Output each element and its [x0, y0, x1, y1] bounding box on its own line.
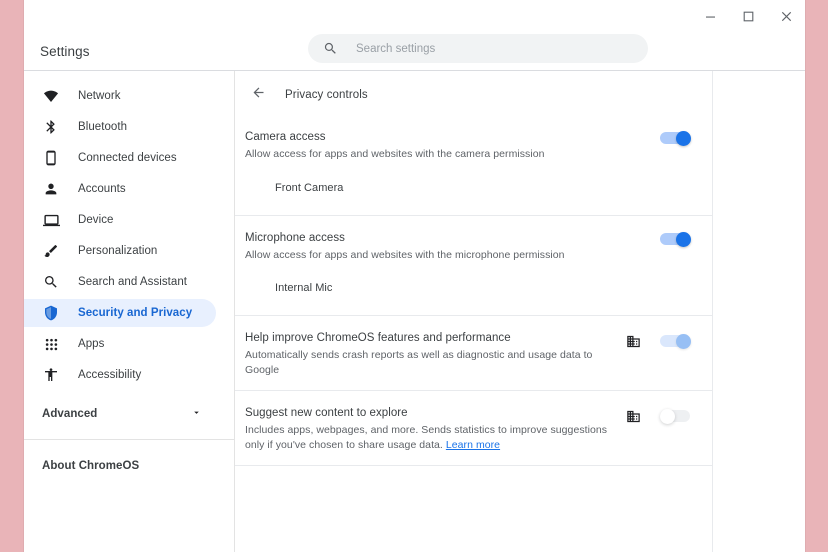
sidebar-item-search-and-assistant[interactable]: Search and Assistant [24, 268, 216, 296]
bluetooth-icon [42, 118, 60, 136]
back-arrow-icon [251, 85, 266, 105]
settings-header: Settings [24, 32, 805, 70]
sidebar-about-label: About ChromeOS [42, 460, 140, 472]
sidebar-item-connected-devices[interactable]: Connected devices [24, 144, 216, 172]
camera-access-text: Camera access Allow access for apps and … [245, 129, 660, 162]
content-suggestions-text: Suggest new content to explore Includes … [245, 405, 624, 452]
brush-icon [42, 242, 60, 260]
metrics-controls [624, 330, 694, 350]
sidebar-item-label: Security and Privacy [78, 307, 193, 319]
search-box[interactable] [308, 34, 648, 63]
subpage-title: Privacy controls [285, 89, 368, 101]
close-button[interactable] [767, 1, 805, 31]
main-gutter [713, 71, 805, 552]
microphone-access-subtitle: Allow access for apps and websites with … [245, 248, 565, 261]
content-suggestions-toggle[interactable] [660, 409, 694, 424]
sidebar-item-personalization[interactable]: Personalization [24, 237, 216, 265]
microphone-access-text: Microphone access Allow access for apps … [245, 230, 660, 263]
sidebar-item-device[interactable]: Device [24, 206, 216, 234]
section-microphone-access: Microphone access Allow access for apps … [235, 216, 712, 316]
microphone-device-row[interactable]: Internal Mic [235, 275, 712, 315]
content-suggestions-subtitle-text: Includes apps, webpages, and more. Sends… [245, 424, 608, 451]
accessibility-icon [42, 366, 60, 384]
microphone-access-controls [660, 230, 694, 247]
maximize-button[interactable] [729, 1, 767, 31]
toggle-knob [676, 231, 691, 247]
person-icon [42, 180, 60, 198]
subpage-header: Privacy controls [235, 75, 712, 115]
sidebar-item-advanced[interactable]: Advanced [24, 399, 216, 429]
camera-access-controls [660, 129, 694, 146]
search-input[interactable] [356, 42, 634, 55]
sidebar-advanced-label: Advanced [42, 408, 98, 420]
sidebar-divider [24, 439, 234, 440]
sidebar-item-accounts[interactable]: Accounts [24, 175, 216, 203]
camera-access-subtitle: Allow access for apps and websites with … [245, 148, 545, 160]
minimize-button[interactable] [691, 1, 729, 31]
sidebar-item-label: Network [78, 90, 121, 102]
camera-access-row: Camera access Allow access for apps and … [235, 115, 712, 175]
window-body: Network Bluetooth Connected devices Acco… [24, 71, 805, 552]
settings-pane: Privacy controls Camera access Allow acc… [235, 71, 713, 552]
learn-more-link[interactable]: Learn more [446, 439, 500, 451]
microphone-access-toggle[interactable] [660, 231, 694, 247]
content-suggestions-controls [624, 405, 694, 425]
page-title: Settings [40, 43, 90, 59]
sidebar-item-security-and-privacy[interactable]: Security and Privacy [24, 299, 216, 327]
metrics-row: Help improve ChromeOS features and perfo… [235, 316, 712, 390]
toggle-knob [660, 409, 675, 424]
metrics-text: Help improve ChromeOS features and perfo… [245, 330, 624, 377]
sidebar: Network Bluetooth Connected devices Acco… [24, 71, 235, 552]
content-suggestions-subtitle: Includes apps, webpages, and more. Sends… [245, 423, 617, 452]
section-content-suggestions: Suggest new content to explore Includes … [235, 391, 712, 466]
minimize-icon [705, 16, 715, 18]
metrics-subtitle: Automatically sends crash reports as wel… [245, 349, 593, 376]
metrics-title: Help improve ChromeOS features and perfo… [245, 332, 511, 344]
toggle-knob [676, 334, 691, 349]
enterprise-building-icon[interactable] [624, 407, 642, 425]
laptop-icon [42, 211, 60, 229]
sidebar-item-label: Personalization [78, 245, 158, 257]
sidebar-item-bluetooth[interactable]: Bluetooth [24, 113, 216, 141]
enterprise-building-icon[interactable] [624, 332, 642, 350]
maximize-icon [743, 11, 753, 21]
toggle-knob [676, 131, 691, 146]
content-suggestions-row: Suggest new content to explore Includes … [235, 391, 712, 465]
search-icon [322, 41, 338, 57]
section-camera-access: Camera access Allow access for apps and … [235, 115, 712, 216]
sidebar-item-label: Apps [78, 338, 105, 350]
sidebar-item-label: Connected devices [78, 152, 177, 164]
microphone-access-title: Microphone access [245, 231, 345, 244]
sidebar-item-label: Accessibility [78, 369, 142, 381]
close-icon [781, 11, 791, 21]
content-suggestions-title: Suggest new content to explore [245, 407, 408, 419]
chevron-down-icon [191, 405, 202, 423]
sidebar-item-network[interactable]: Network [24, 82, 216, 110]
camera-access-toggle[interactable] [660, 131, 694, 146]
sidebar-item-apps[interactable]: Apps [24, 330, 216, 358]
section-metrics: Help improve ChromeOS features and perfo… [235, 316, 712, 391]
main-content: Privacy controls Camera access Allow acc… [235, 71, 805, 552]
camera-access-title: Camera access [245, 131, 326, 143]
grid-apps-icon [42, 335, 60, 353]
back-button[interactable] [247, 84, 269, 106]
microphone-device-label: Internal Mic [275, 282, 333, 294]
settings-window: Settings Network B [24, 0, 805, 552]
sidebar-item-label: Search and Assistant [78, 276, 188, 288]
shield-icon [42, 304, 60, 322]
sidebar-item-accessibility[interactable]: Accessibility [24, 361, 216, 389]
search-icon [42, 273, 60, 291]
phone-icon [42, 149, 60, 167]
sidebar-item-label: Accounts [78, 183, 126, 195]
camera-device-label: Front Camera [275, 181, 344, 194]
wifi-icon [42, 87, 60, 105]
microphone-access-row: Microphone access Allow access for apps … [235, 216, 712, 276]
sidebar-item-label: Device [78, 214, 114, 226]
camera-device-row[interactable]: Front Camera [235, 175, 712, 215]
sidebar-item-label: Bluetooth [78, 121, 128, 133]
title-bar [24, 0, 805, 32]
sidebar-item-about-chromeos[interactable]: About ChromeOS [24, 451, 216, 481]
metrics-toggle[interactable] [660, 334, 694, 349]
